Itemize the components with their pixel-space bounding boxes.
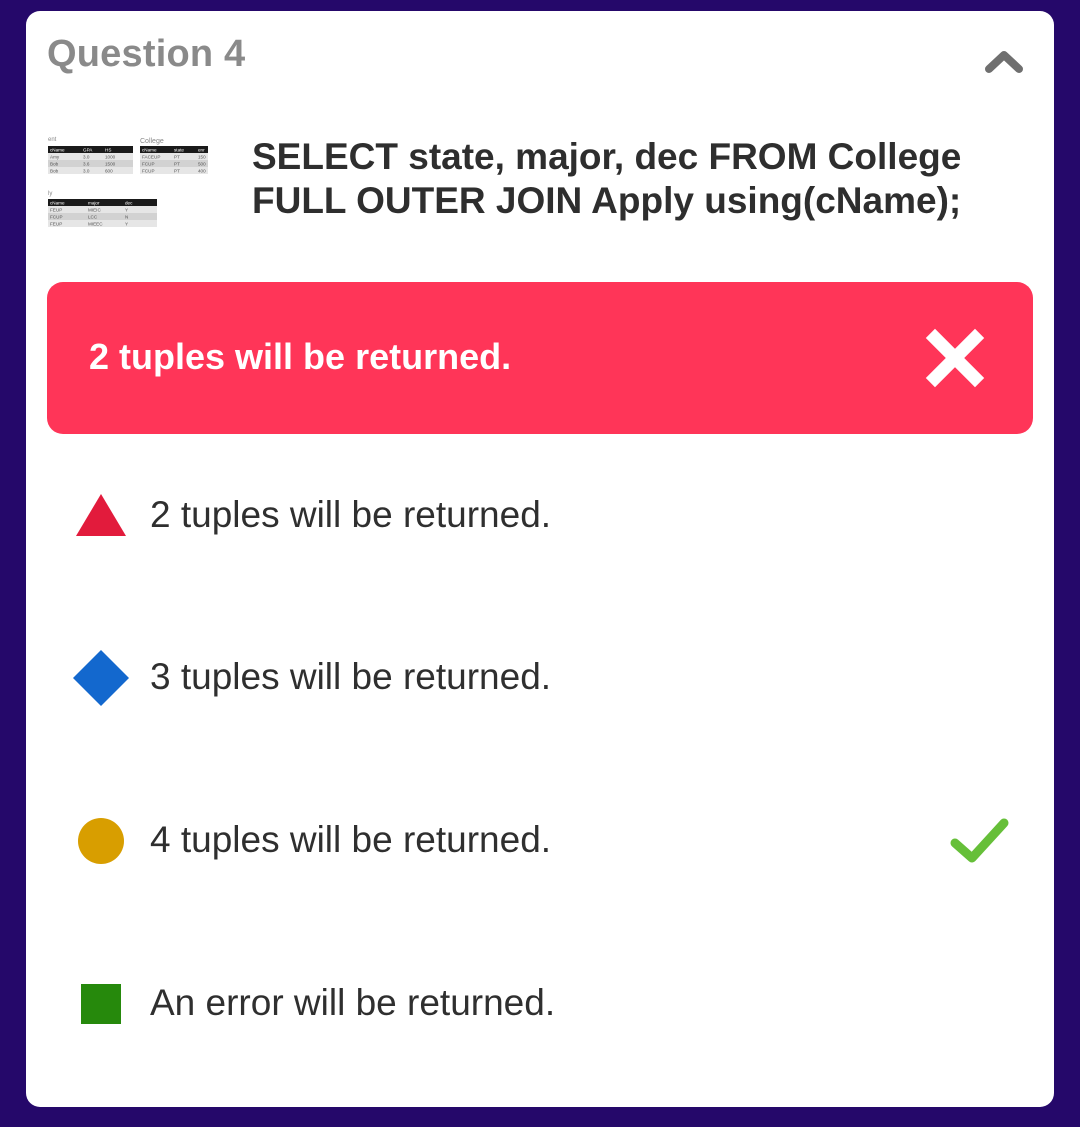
thumb-cell: FACEUP [142,155,160,160]
triangle-icon [76,494,126,536]
thumb-cell: FCUP [50,215,63,220]
thumb-header-cell: dec [125,201,133,206]
thumb-cell: Amy [50,155,60,160]
thumb-header-cell: HS [105,148,111,153]
thumb-table-college: cName state enr FACEUP PT 150 FCUP PT 500 FCUP PT 4… [140,146,208,174]
question-image: ent College ly cName GPA HS Amy 3.0 1000 Bob 3.… [48,137,208,227]
thumb-cell: FCUP [142,162,155,167]
thumb-cell: Y [125,208,128,213]
selected-answer[interactable]: 2 tuples will be returned. [47,282,1033,434]
thumb-cell: 150 [198,155,206,160]
thumb-caption-bottom: ly [48,191,52,197]
thumb-cell: Bob [50,169,59,174]
thumb-header-cell: major [88,201,100,206]
thumb-table-row [48,213,157,220]
thumb-caption-left: ent [48,137,57,143]
thumb-table-row [48,206,157,213]
thumb-cell: PT [174,155,180,160]
thumb-cell: 1000 [105,155,116,160]
thumb-cell: FEUP [50,208,62,213]
thumb-cell: LCC [88,215,98,220]
thumb-table-row [48,160,133,167]
thumb-cell: 3.0 [83,169,90,174]
answer-option-label: 2 tuples will be returned. [150,494,552,535]
thumb-cell: N [125,215,128,220]
answer-option-triangle[interactable]: 2 tuples will be returned. [47,466,1033,566]
answer-option-label: 3 tuples will be returned. [150,656,552,697]
answer-option-label: 4 tuples will be returned. [150,819,552,860]
thumb-header-cell: GPA [83,148,93,153]
thumb-cell: Y [125,222,128,227]
thumb-cell: 600 [105,169,113,174]
thumb-header-cell: cName [50,148,65,153]
thumb-caption-right: College [140,138,164,145]
answer-option-diamond[interactable]: 3 tuples will be returned. [47,628,1033,728]
answer-option-circle[interactable]: 4 tuples will be returned. [47,791,1033,891]
selected-answer-label: 2 tuples will be returned. [89,336,512,377]
thumb-table-row [48,167,133,174]
question-title: Question 4 [47,33,246,75]
collapse-button[interactable] [979,41,1029,81]
diamond-icon [73,650,129,706]
thumb-cell: FEUP [50,222,62,227]
thumb-table-row [48,153,133,160]
checkmark-icon [950,818,1009,863]
square-icon [81,984,121,1024]
thumb-cell: PT [174,162,180,167]
thumb-cell: PT [174,169,180,174]
thumb-cell: 3.6 [83,162,90,167]
thumb-cell: 3.0 [83,155,90,160]
thumb-cell: MIEEC [88,222,103,227]
answer-option-label: An error will be returned. [150,982,556,1023]
thumb-cell: 500 [198,162,206,167]
circle-icon [78,818,124,864]
thumb-cell: Bob [50,162,59,167]
close-icon [925,328,985,388]
thumb-header-cell: enr [198,148,205,153]
question-card: Question 4 ent College ly cName GPA HS Amy 3… [26,11,1054,1107]
thumb-cell: FCUP [142,169,155,174]
answer-option-square[interactable]: An error will be returned. [47,954,1033,1054]
chevron-up-icon [985,51,1023,73]
thumb-table-student: cName GPA HS Amy 3.0 1000 Bob 3.6 1500 Bob 3.0 600 [48,146,133,174]
thumb-header-cell: cName [142,148,157,153]
thumb-table-apply: cName major dec FEUP MIEIC Y FCUP LCC N FEUP MIEEC… [48,199,157,227]
thumb-cell: MIEIC [88,208,101,213]
question-text: SELECT state, major, dec FROM College FU… [252,136,962,221]
thumb-cell: 400 [198,169,206,174]
thumb-cell: 1500 [105,162,116,167]
thumb-header-cell: cName [50,201,65,206]
thumb-header-cell: state [174,148,184,153]
